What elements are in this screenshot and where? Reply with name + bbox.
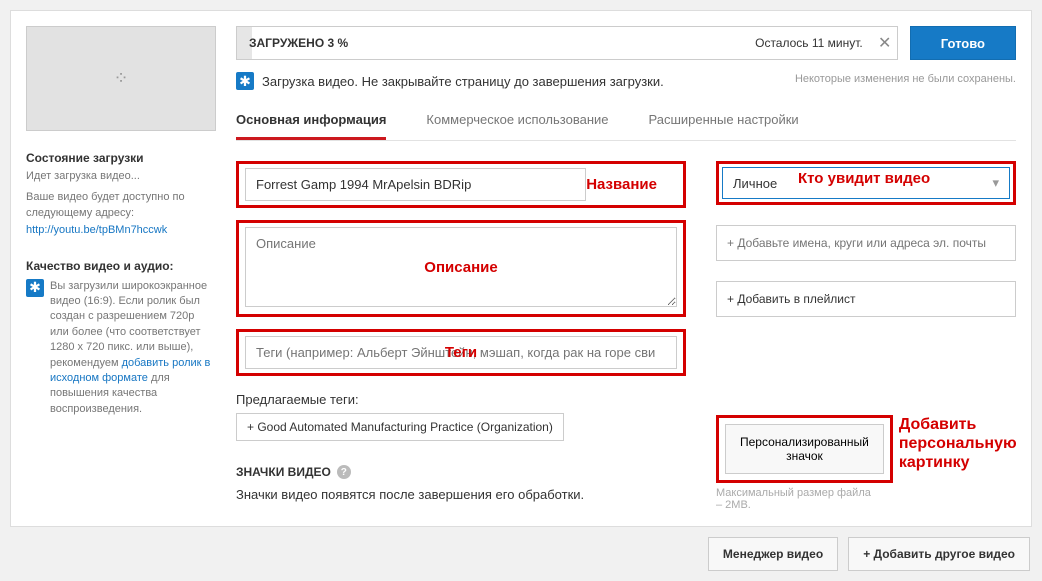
privacy-annotation-box: Личное ▾ (716, 161, 1016, 205)
video-url-note: Ваше видео будет доступно по следующему … (26, 190, 216, 221)
upload-star-icon: ✱ (236, 72, 254, 90)
help-icon[interactable]: ? (337, 465, 351, 479)
suggested-tag-button[interactable]: + Good Automated Manufacturing Practice … (236, 413, 564, 441)
time-remaining: Осталось 11 минут. (745, 36, 873, 50)
form-right: Личное ▾ Кто увидит видео + Добавить в п… (716, 161, 1016, 511)
add-to-playlist-button[interactable]: + Добавить в плейлист (716, 281, 1016, 317)
tags-annotation-box: Теги (236, 329, 686, 376)
custom-thumbnail-note: Максимальный размер файла – 2MB. (716, 487, 893, 511)
form-left: Название Описание Теги Предлагаемые теги… (236, 161, 686, 511)
dropdown-arrow-icon: ▾ (992, 175, 999, 191)
tabs: Основная информация Коммерческое использ… (236, 102, 1016, 141)
progress-area: ЗАГРУЖЕНО 3 % (237, 27, 745, 59)
tags-input[interactable] (245, 336, 677, 369)
upload-status-text: Идет загрузка видео... (26, 169, 216, 184)
quality-text-part1: Вы загрузили широкоэкранное видео (16:9)… (50, 280, 207, 369)
custom-thumb-annotation-box: Персонализированный значок (716, 415, 893, 483)
description-annotation-box: Описание (236, 220, 686, 317)
upload-panel: ⁘ Состояние загрузки Идет загрузка видео… (10, 10, 1032, 527)
tab-advanced[interactable]: Расширенные настройки (649, 102, 799, 140)
video-thumbnail-placeholder: ⁘ (26, 26, 216, 131)
left-column: ⁘ Состояние загрузки Идет загрузка видео… (26, 26, 216, 511)
privacy-value: Личное (733, 176, 777, 191)
custom-thumbnail-button[interactable]: Персонализированный значок (725, 424, 884, 474)
thumbnails-title: ЗНАЧКИ ВИДЕО ? (236, 465, 686, 479)
cancel-upload-icon[interactable]: ✕ (873, 33, 897, 53)
upload-message: Загрузка видео. Не закрывайте страницу д… (262, 72, 787, 89)
video-url-link[interactable]: http://youtu.be/tpBMn7hccwk (26, 224, 167, 236)
description-input[interactable] (245, 227, 677, 307)
thumbnails-title-text: ЗНАЧКИ ВИДЕО (236, 465, 331, 479)
tab-monetization[interactable]: Коммерческое использование (426, 102, 608, 140)
share-with-input[interactable] (716, 225, 1016, 261)
title-annotation-box: Название (236, 161, 686, 208)
save-status-note: Некоторые изменения не были сохранены. (795, 72, 1016, 86)
privacy-select[interactable]: Личное ▾ (722, 167, 1010, 199)
bottom-buttons: Менеджер видео + Добавить другое видео (10, 537, 1032, 571)
annotation-title: Название (586, 176, 657, 193)
tab-basic-info[interactable]: Основная информация (236, 102, 386, 140)
suggested-tags-label: Предлагаемые теги: (236, 392, 686, 407)
add-another-video-button[interactable]: + Добавить другое видео (848, 537, 1030, 571)
video-manager-button[interactable]: Менеджер видео (708, 537, 838, 571)
quality-text: Вы загрузили широкоэкранное видео (16:9)… (50, 279, 216, 418)
custom-thumbnail-row: Персонализированный значок Максимальный … (716, 415, 1016, 511)
thumbnails-note: Значки видео появятся после завершения е… (236, 487, 686, 502)
info-star-icon: ✱ (26, 279, 44, 297)
upload-status-title: Состояние загрузки (26, 151, 216, 165)
progress-bar: ЗАГРУЖЕНО 3 % Осталось 11 минут. ✕ (236, 26, 898, 60)
done-button[interactable]: Готово (910, 26, 1016, 60)
annotation-custom-thumb: Добавить персональную картинку (899, 415, 1017, 473)
title-input[interactable] (245, 168, 586, 201)
right-column: ЗАГРУЖЕНО 3 % Осталось 11 минут. ✕ Готов… (236, 26, 1016, 511)
progress-label: ЗАГРУЖЕНО 3 % (249, 36, 348, 50)
spinner-icon: ⁘ (113, 68, 128, 89)
quality-title: Качество видео и аудио: (26, 259, 216, 273)
